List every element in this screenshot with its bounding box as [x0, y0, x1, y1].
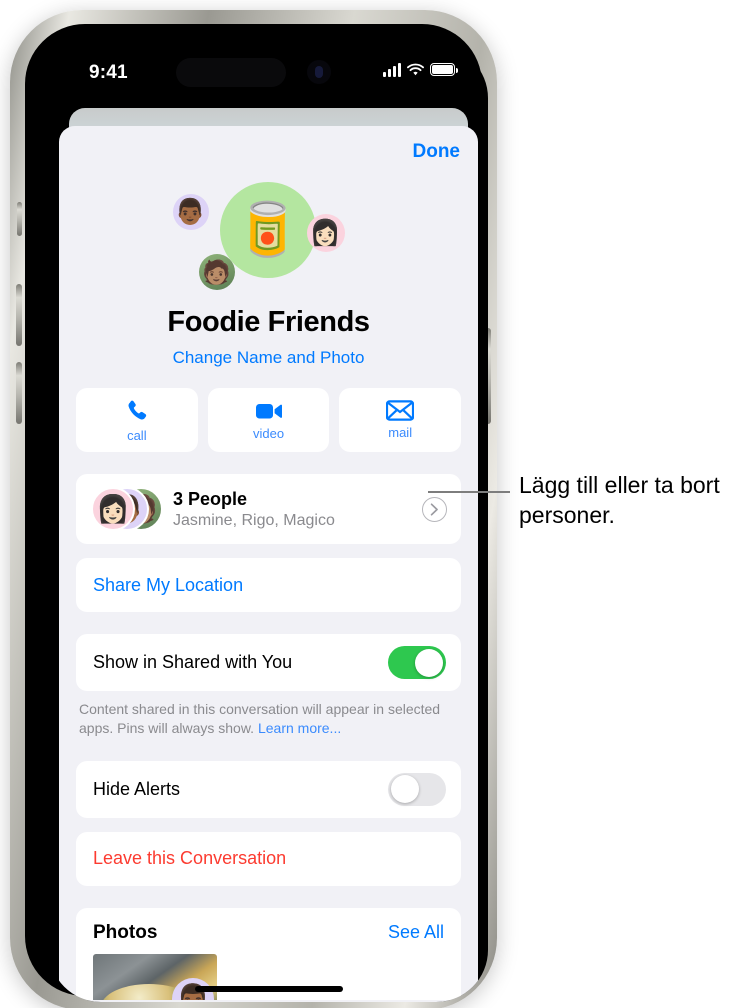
callout-leader-line — [428, 491, 510, 493]
status-indicators — [383, 63, 459, 77]
call-button[interactable]: call — [76, 388, 198, 452]
photos-strip: 👨🏾 — [76, 953, 461, 1000]
people-count: 3 People — [173, 488, 248, 509]
stack-avatar-1: 👩🏻 — [91, 487, 135, 531]
quick-actions: call video mail — [59, 388, 478, 452]
share-my-location-row[interactable]: Share My Location — [76, 558, 461, 612]
chevron-right-icon — [430, 502, 438, 516]
group-photo[interactable]: 🥫 — [219, 182, 316, 278]
shared-with-you-card: Show in Shared with You — [76, 634, 461, 691]
video-button-label: video — [252, 425, 285, 441]
leave-conversation-row[interactable]: Leave this Conversation — [76, 832, 461, 886]
front-camera-icon — [307, 60, 331, 84]
phone-icon — [128, 400, 147, 420]
envelope-icon — [386, 400, 415, 421]
phone-screen: 9:41 Done 🥫 👨🏾 👩🏻 🧑🏽 Foodie Friends Chan… — [49, 46, 488, 1002]
volume-up-button[interactable] — [16, 284, 22, 346]
phone-frame: 9:41 Done 🥫 👨🏾 👩🏻 🧑🏽 Foodie Friends Chan… — [10, 10, 497, 1008]
people-text: 3 People Jasmine, Rigo, Magico — [173, 489, 422, 530]
volume-down-button[interactable] — [16, 362, 22, 424]
hide-alerts-row[interactable]: Hide Alerts — [76, 761, 461, 818]
photos-header: Photos See All — [76, 922, 461, 954]
shared-with-you-footnote: Content shared in this conversation will… — [59, 691, 478, 739]
dynamic-island — [176, 58, 286, 87]
hide-alerts-toggle[interactable] — [388, 772, 446, 806]
photos-title: Photos — [93, 921, 158, 943]
phone-bezel: 9:41 Done 🥫 👨🏾 👩🏻 🧑🏽 Foodie Friends Chan… — [25, 24, 488, 1002]
hide-alerts-label: Hide Alerts — [93, 778, 181, 799]
cellular-signal-icon — [383, 63, 401, 77]
done-button[interactable]: Done — [413, 141, 461, 163]
toggle-knob — [390, 775, 419, 804]
learn-more-link[interactable]: Learn more... — [258, 720, 341, 736]
member-avatar-1: 👨🏾 — [172, 194, 209, 230]
call-button-label: call — [127, 427, 147, 443]
screenshot-stage: 9:41 Done 🥫 👨🏾 👩🏻 🧑🏽 Foodie Friends Chan… — [0, 0, 739, 1008]
member-avatar-2: 👩🏻 — [306, 214, 345, 252]
shared-with-you-toggle[interactable] — [388, 646, 446, 679]
group-name: Foodie Friends — [167, 306, 370, 338]
group-details-sheet: Done 🥫 👨🏾 👩🏻 🧑🏽 Foodie Friends Change Na… — [59, 126, 478, 1002]
people-avatar-stack: 🧑🏽 👨🏾 👩🏻 — [91, 487, 163, 531]
battery-icon — [430, 63, 459, 76]
hide-alerts-card: Hide Alerts — [76, 760, 461, 818]
wifi-icon — [407, 63, 424, 76]
people-row[interactable]: 🧑🏽 👨🏾 👩🏻 3 People Jasmine, Rigo, Magico — [76, 474, 461, 544]
video-camera-icon — [255, 403, 282, 418]
mail-button[interactable]: mail — [339, 388, 462, 452]
shared-with-you-row[interactable]: Show in Shared with You — [76, 634, 461, 691]
silent-switch[interactable] — [17, 202, 22, 236]
status-bar: 9:41 — [49, 46, 488, 104]
share-location-card: Share My Location — [76, 558, 461, 612]
leave-conversation-card: Leave this Conversation — [76, 831, 461, 886]
toggle-knob — [415, 648, 443, 677]
home-indicator[interactable] — [194, 986, 343, 992]
people-card: 🧑🏽 👨🏾 👩🏻 3 People Jasmine, Rigo, Magico — [76, 474, 461, 544]
mail-button-label: mail — [388, 425, 413, 440]
callout-label: Lägg till eller ta bort personer. — [519, 472, 720, 529]
see-all-button[interactable]: See All — [388, 922, 444, 943]
group-avatar-cluster[interactable]: 🥫 👨🏾 👩🏻 🧑🏽 — [159, 180, 379, 300]
status-time: 9:41 — [89, 62, 128, 83]
people-names: Jasmine, Rigo, Magico — [173, 511, 335, 529]
member-avatar-3: 🧑🏽 — [198, 254, 235, 290]
change-name-and-photo-button[interactable]: Change Name and Photo — [59, 348, 478, 368]
video-button[interactable]: video — [207, 388, 330, 452]
sheet-header: Done — [59, 126, 478, 180]
people-disclosure-button[interactable] — [422, 496, 447, 522]
shared-with-you-label: Show in Shared with You — [93, 652, 293, 672]
group-header: 🥫 👨🏾 👩🏻 🧑🏽 Foodie Friends Change Name an… — [59, 180, 478, 372]
